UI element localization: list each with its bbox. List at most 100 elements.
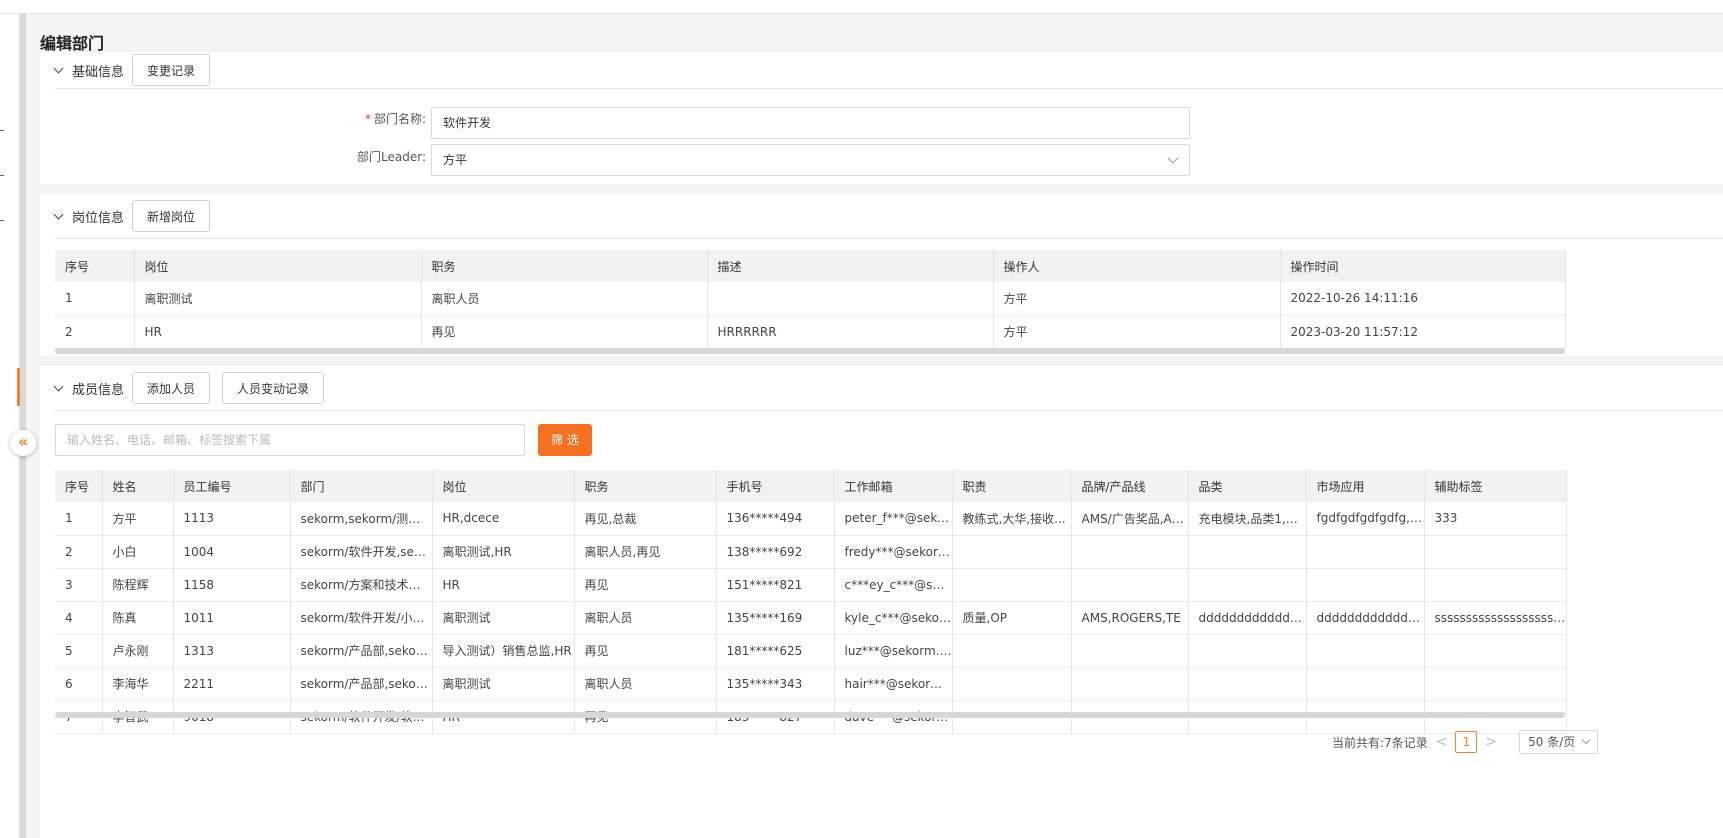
positions-header[interactable]: 岗位信息 新增岗位 bbox=[54, 200, 222, 232]
page-number[interactable]: 1 bbox=[1455, 731, 1478, 753]
column-header[interactable]: 手机号 bbox=[716, 470, 835, 502]
cell: sekorm/产品部,sekorm/... bbox=[290, 667, 433, 701]
column-header[interactable]: 职务 bbox=[574, 470, 717, 502]
cell: dddddddddddddd... bbox=[1306, 601, 1425, 635]
cell: kyle_c***@sekorm.... bbox=[834, 601, 953, 635]
cell bbox=[1071, 634, 1189, 668]
cell: AMS,ROGERS,TE bbox=[1071, 601, 1189, 635]
sidebar-item-marker[interactable] bbox=[0, 175, 4, 176]
cell: 离职人员 bbox=[421, 282, 708, 316]
cell bbox=[1306, 667, 1425, 701]
cell bbox=[952, 568, 1072, 602]
chevron-down-icon[interactable] bbox=[54, 383, 64, 393]
cell: 离职人员 bbox=[574, 667, 717, 701]
column-header[interactable]: 品牌/产品线 bbox=[1071, 470, 1189, 502]
column-header[interactable]: 序号 bbox=[55, 470, 103, 502]
table-row[interactable]: 2 HR 再见 HRRRRRR 方平 2023-03-20 11:57:12 bbox=[55, 315, 1566, 349]
cell: 333 bbox=[1424, 502, 1567, 536]
cell: 教练式,大华,接收... bbox=[952, 502, 1072, 536]
table-row[interactable]: 2 小白 1004 sekorm/软件开发,sekor... 离职测试,HR 离职人员,再… bbox=[55, 535, 1567, 569]
members-header[interactable]: 成员信息 添加人员 人员变动记录 bbox=[54, 372, 336, 404]
cell: ssssssssssssssssssssss... bbox=[1424, 601, 1567, 635]
page-size-select[interactable]: 50 条/页 bbox=[1519, 730, 1599, 754]
column-header[interactable]: 职责 bbox=[952, 470, 1072, 502]
member-history-button[interactable]: 人员变动记录 bbox=[222, 372, 325, 404]
basic-info-header[interactable]: 基础信息 变更记录 bbox=[54, 54, 222, 86]
column-header[interactable]: 岗位 bbox=[432, 470, 575, 502]
column-header[interactable]: 员工编号 bbox=[173, 470, 291, 502]
column-header[interactable]: 姓名 bbox=[102, 470, 174, 502]
leader-select[interactable]: 方平 bbox=[431, 144, 1190, 176]
leader-selected-value: 方平 bbox=[443, 153, 468, 167]
leader-label: 部门Leader: bbox=[357, 150, 426, 164]
member-search-input[interactable]: 输入姓名、电话、邮箱、标签搜索下属 bbox=[55, 424, 525, 456]
cell bbox=[1424, 634, 1567, 668]
chevron-down-icon bbox=[1582, 735, 1591, 745]
vertical-scrollbar[interactable] bbox=[20, 14, 26, 838]
sidebar-item-marker[interactable] bbox=[0, 130, 4, 131]
cell: sekorm/软件开发,sekor... bbox=[290, 535, 433, 569]
cell: 方平 bbox=[102, 502, 174, 536]
main-content: 编辑部门 基础信息 变更记录 * 部门名称: 软件开发 部门Leader: 方平 … bbox=[27, 14, 1723, 838]
cell: 151*****821 bbox=[716, 568, 835, 602]
cell: 卢永刚 bbox=[102, 634, 174, 668]
cell: sekorm/产品部,sekorm/... bbox=[290, 634, 433, 668]
table-row[interactable]: 1 离职测试 离职人员 方平 2022-10-26 14:11:16 bbox=[55, 282, 1566, 316]
cell: 质量,OP bbox=[952, 601, 1072, 635]
divider bbox=[54, 238, 1723, 239]
section-title: 岗位信息 bbox=[72, 210, 125, 226]
cell: 2211 bbox=[173, 667, 291, 701]
change-log-button[interactable]: 变更记录 bbox=[132, 54, 211, 86]
cell: 离职测试 bbox=[134, 282, 422, 316]
column-header[interactable]: 市场应用 bbox=[1306, 470, 1425, 502]
section-title: 基础信息 bbox=[72, 64, 125, 80]
collapse-sidebar-icon[interactable]: « bbox=[10, 430, 36, 456]
cell: 离职测试 bbox=[432, 601, 575, 635]
column-header[interactable]: 工作邮箱 bbox=[834, 470, 953, 502]
next-page-icon[interactable]: > bbox=[1485, 734, 1497, 750]
column-header[interactable]: 序号 bbox=[55, 250, 135, 282]
cell: AMS/广告奖品,AM... bbox=[1071, 502, 1189, 536]
table-row[interactable]: 6李海华2211sekorm/产品部,sekorm/...离职测试离职人员135… bbox=[55, 667, 1567, 701]
add-position-button[interactable]: 新增岗位 bbox=[132, 200, 211, 232]
column-header[interactable]: 操作人 bbox=[993, 250, 1281, 282]
cell bbox=[1071, 535, 1189, 569]
chevron-down-icon bbox=[1167, 152, 1179, 164]
column-header[interactable]: 职务 bbox=[421, 250, 708, 282]
horizontal-scrollbar[interactable] bbox=[55, 712, 1565, 718]
cell bbox=[1188, 535, 1307, 569]
table-row[interactable]: 5卢永刚1313sekorm/产品部,sekorm/...导入测试）销售总监,H… bbox=[55, 634, 1567, 668]
column-header[interactable]: 部门 bbox=[290, 470, 433, 502]
table-row[interactable]: 4 陈真 1011 sekorm/软件开发/小白... 离职测试 离职人员 135*****… bbox=[55, 601, 1567, 635]
horizontal-scrollbar[interactable] bbox=[55, 348, 1565, 354]
cell: 李海华 bbox=[102, 667, 174, 701]
chevron-down-icon[interactable] bbox=[54, 211, 64, 221]
cell: 181*****625 bbox=[716, 634, 835, 668]
total-records-text: 当前共有:7条记录 bbox=[1332, 735, 1428, 750]
pagination: 当前共有:7条记录 < 1 > 50 条/页 bbox=[1332, 730, 1599, 754]
cell bbox=[952, 634, 1072, 668]
column-header[interactable]: 辅助标签 bbox=[1424, 470, 1567, 502]
cell: 2022-10-26 14:11:16 bbox=[1280, 282, 1566, 316]
cell: 2 bbox=[55, 535, 103, 569]
column-header[interactable]: 品类 bbox=[1188, 470, 1307, 502]
cell: 方平 bbox=[993, 282, 1281, 316]
table-row[interactable]: 3 陈程辉 1158 sekorm/方案和技术中... HR 再见 151*****821 c… bbox=[55, 568, 1567, 602]
add-member-button[interactable]: 添加人员 bbox=[132, 372, 211, 404]
filter-button[interactable]: 筛 选 bbox=[538, 424, 592, 456]
cell bbox=[1306, 535, 1425, 569]
prev-page-icon[interactable]: < bbox=[1436, 734, 1448, 750]
sidebar-item-marker[interactable] bbox=[0, 220, 4, 221]
dept-name-input[interactable]: 软件开发 bbox=[431, 107, 1190, 139]
cell: peter_f***@sekor... bbox=[834, 502, 953, 536]
column-header[interactable]: 描述 bbox=[707, 250, 994, 282]
cell: 135*****343 bbox=[716, 667, 835, 701]
table-row[interactable]: 1方平1113sekorm,sekorm/测试部,...HR,dcece再见,总… bbox=[55, 502, 1567, 536]
cell: 1158 bbox=[173, 568, 291, 602]
section-title: 成员信息 bbox=[72, 382, 125, 398]
column-header[interactable]: 操作时间 bbox=[1280, 250, 1566, 282]
cell: HR bbox=[432, 568, 575, 602]
chevron-down-icon[interactable] bbox=[54, 65, 64, 75]
column-header[interactable]: 岗位 bbox=[134, 250, 422, 282]
cell: 138*****692 bbox=[716, 535, 835, 569]
